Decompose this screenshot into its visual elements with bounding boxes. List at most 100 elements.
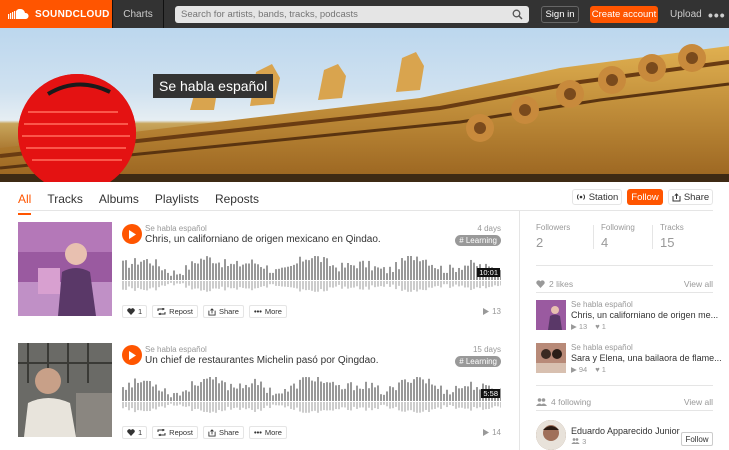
waveform-reflection [443,402,445,406]
waveform-bar [371,382,373,401]
repost-button[interactable]: Repost [152,305,198,318]
waveform-reflection [422,281,424,290]
waveform-bar [215,263,217,280]
tab-reposts[interactable]: Reposts [215,192,259,215]
waveform-bar [152,386,154,401]
track-artwork[interactable] [18,343,112,437]
track-title[interactable]: Un chief de restaurantes Michelin pasó p… [145,355,378,366]
track-artist[interactable]: Se habla español [145,224,207,233]
likes-view-all[interactable]: View all [684,279,713,289]
more-button[interactable]: ••• More [248,305,287,318]
waveform-reflection [254,402,256,412]
waveform-bar [323,257,325,280]
waveform-bar [473,389,475,401]
waveform-reflection [404,402,406,412]
play-button[interactable] [122,345,142,365]
track-artwork[interactable] [18,222,112,316]
waveform-reflection [212,402,214,412]
waveform-bar [293,383,295,401]
waveform-reflection [491,281,493,287]
tab-albums[interactable]: Albums [99,192,139,215]
search-input[interactable] [181,9,501,20]
track-tag[interactable]: # Learning [455,235,501,246]
waveform[interactable] [122,373,501,417]
waveform-reflection [209,281,211,292]
upload-link[interactable]: Upload [670,6,702,23]
waveform-reflection [374,402,376,409]
tab-playlists[interactable]: Playlists [155,192,199,215]
waveform-reflection [299,281,301,292]
share-track-button[interactable]: Share [202,305,244,318]
liked-track-title[interactable]: Chris, un californiano de origen me... [571,310,718,320]
more-menu-icon[interactable]: ••• [708,6,726,23]
sign-in-button[interactable]: Sign in [541,6,579,23]
waveform-bar [449,264,451,280]
waveform-bar [287,391,289,401]
liked-track[interactable]: Se habla español Sara y Elena, una baila… [536,343,722,375]
waveform-bar [230,383,232,401]
liked-track-artist[interactable]: Se habla español [571,343,633,352]
waveform-bar [128,382,130,401]
waveform[interactable] [122,252,501,296]
waveform-reflection [335,281,337,287]
waveform-bar [197,263,199,280]
station-button[interactable]: Station [572,189,622,205]
charts-link[interactable]: Charts [112,0,164,28]
like-button[interactable]: 1 [122,305,148,318]
tab-all[interactable]: All [18,192,32,215]
waveform-reflection [281,402,283,406]
share-track-button[interactable]: Share [202,426,244,439]
waveform-reflection [131,281,133,289]
liked-track-artwork[interactable] [536,300,566,330]
tab-tracks[interactable]: Tracks [47,192,83,215]
create-account-button[interactable]: Create account [590,6,658,23]
waveform-bar [377,267,379,280]
waveform-bar [125,260,127,280]
waveform-bar [461,388,463,401]
like-button[interactable]: 1 [122,426,148,439]
user-name[interactable]: Eduardo Apparecido Junior [571,426,680,436]
more-button[interactable]: ••• More [248,426,287,439]
repost-button[interactable]: Repost [152,426,198,439]
waveform-bar [335,267,337,280]
waveform-bar [146,380,148,401]
waveform-reflection [137,402,139,411]
follow-button[interactable]: Follow [627,189,663,205]
track-artist[interactable]: Se habla español [145,345,207,354]
likes-heading[interactable]: 2 likes [549,279,573,289]
soundcloud-logo[interactable]: SOUNDCLOUD [0,0,112,28]
liked-track-artwork[interactable] [536,343,566,373]
waveform-reflection [317,402,319,413]
waveform-reflection [479,281,481,289]
user-avatar[interactable] [536,420,566,450]
search-bar[interactable] [175,6,529,23]
stat-following[interactable]: Following 4 [601,223,635,250]
waveform-reflection [137,281,139,288]
more-label: More [264,307,282,316]
track-tag[interactable]: # Learning [455,356,501,367]
share-button[interactable]: Share [668,189,713,205]
following-heading[interactable]: 4 following [551,397,591,407]
track-title[interactable]: Chris, un californiano de origen mexican… [145,234,381,245]
share-icon [208,428,216,437]
waveform-reflection [320,402,322,411]
waveform-reflection [158,402,160,407]
follow-user-button[interactable]: Follow [681,432,713,446]
following-user[interactable]: Eduardo Apparecido Junior 3 Follow [536,420,713,450]
waveform-bar [338,271,340,280]
play-button[interactable] [122,224,142,244]
waveform-reflection [464,402,466,409]
waveform-reflection [140,281,142,290]
following-view-all[interactable]: View all [684,397,713,407]
waveform-bar [218,262,220,280]
search-icon[interactable] [512,9,523,20]
stat-tracks[interactable]: Tracks 15 [660,223,684,250]
liked-track-artist[interactable]: Se habla español [571,300,633,309]
waveform-bar [125,389,127,401]
waveform-reflection [476,281,478,288]
play-count-icon [483,308,490,315]
stat-followers[interactable]: Followers 2 [536,223,570,250]
liked-track[interactable]: Se habla español Chris, un californiano … [536,300,718,332]
liked-track-title[interactable]: Sara y Elena, una bailaora de flame... [571,353,722,363]
waveform-reflection [128,402,130,411]
